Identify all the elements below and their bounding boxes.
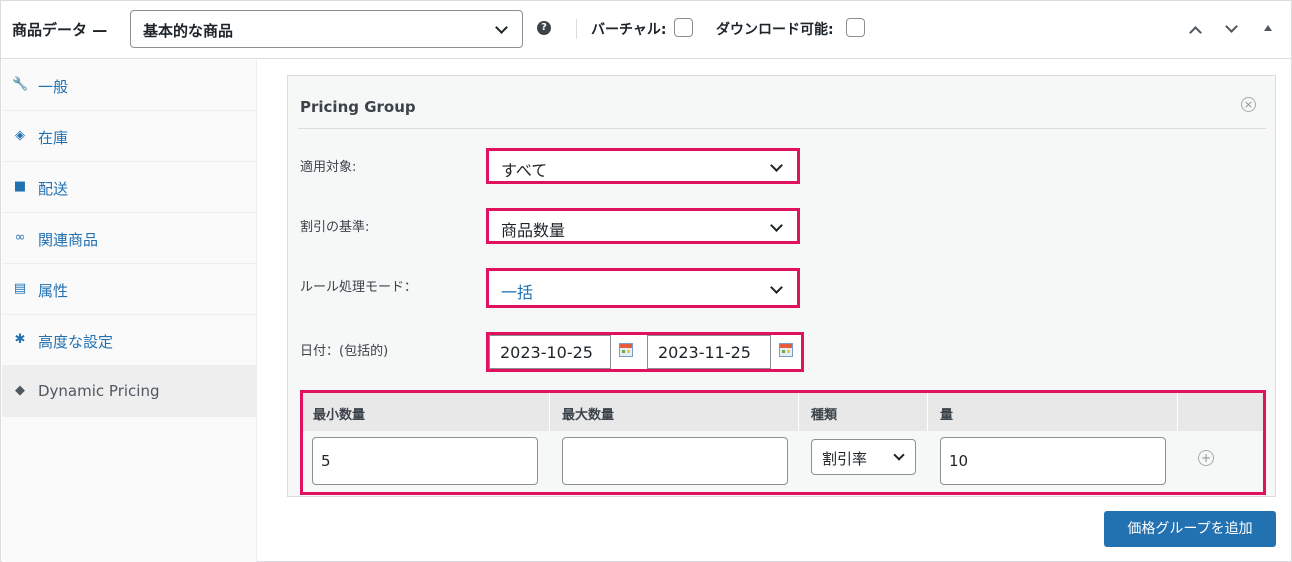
collapse-toggle-icon[interactable] [1264,25,1272,31]
tab-label: 配送 [38,180,69,198]
tab-label: 属性 [38,282,69,300]
tab-label: 在庫 [38,129,69,147]
virtual-checkbox[interactable] [674,18,693,37]
close-icon[interactable]: × [1241,97,1256,112]
tag-solid-icon: ◆ [15,383,25,398]
chevron-down-icon [893,449,905,461]
add-pricing-group-button[interactable]: 価格グループを追加 [1104,511,1276,547]
applies-to-value: すべて [501,161,548,180]
discount-basis-label: 割引の基準: [300,220,370,235]
calendar-icon[interactable] [619,343,633,357]
rule-mode-value: 一括 [501,283,534,302]
date-from-input[interactable]: 2023-10-25 [489,335,611,369]
tab-dynamic-pricing[interactable]: ◆ Dynamic Pricing [2,366,257,417]
discount-type-select[interactable]: 割引率 [811,439,916,475]
max-qty-input[interactable] [562,437,788,485]
column-amount: 量 [940,408,954,423]
discount-basis-value: 商品数量 [501,221,566,240]
amount-value: 10 [949,452,969,470]
tab-advanced[interactable]: ✱ 高度な設定 [2,315,257,366]
divider [576,19,577,39]
date-range: 2023-10-25 2023-11-25 [486,332,804,372]
dates-label: 日付：(包括的) [300,344,389,359]
tab-attributes[interactable]: ▤ 属性 [2,264,257,315]
help-icon[interactable]: ? [537,21,551,35]
tab-shipping[interactable]: ■ 配送 [2,162,257,213]
calendar-icon[interactable] [779,343,793,357]
discount-basis-select[interactable]: 商品数量 [486,208,800,244]
tab-general[interactable]: 🔧 一般 [2,60,257,111]
tab-label: 高度な設定 [38,333,114,351]
divider [298,128,1266,129]
move-up-icon[interactable] [1189,26,1202,39]
applies-to-select[interactable]: すべて [486,148,800,184]
date-from-value: 2023-10-25 [500,343,593,362]
downloadable-label: ダウンロード可能: [716,22,834,38]
wrench-icon: 🔧 [12,77,29,92]
chevron-down-icon [770,281,783,294]
product-data-tabs: 🔧 一般 ◈ 在庫 ■ 配送 ∞ 関連商品 ▤ 属性 ✱ 高度な設定 ◆ Dyn… [2,60,257,562]
product-type-select[interactable]: 基本的な商品 [130,10,523,48]
table-header: 最小数量 最大数量 種類 量 [303,393,1263,431]
applies-to-label: 適用対象: [300,160,357,175]
rule-mode-select[interactable]: 一括 [486,268,800,308]
column-max-qty: 最大数量 [562,408,615,423]
min-qty-input[interactable]: 5 [312,437,538,485]
rule-mode-label: ルール処理モード： [300,280,418,295]
tab-label: Dynamic Pricing [38,382,160,400]
product-type-value: 基本的な商品 [143,22,234,40]
pricing-group-title: Pricing Group [300,98,416,116]
tab-label: 関連商品 [38,231,99,249]
gear-icon: ✱ [14,332,26,347]
column-type: 種類 [811,408,838,423]
tag-icon: ◈ [15,128,25,143]
product-data-title: 商品データ — [12,21,108,39]
add-row-icon[interactable]: + [1198,450,1214,466]
pricing-rules-table: 最小数量 最大数量 種類 量 5 割引率 10 + [300,390,1266,495]
chevron-down-icon [770,159,783,172]
amount-input[interactable]: 10 [940,437,1166,485]
min-qty-value: 5 [321,452,331,470]
tab-label: 一般 [38,78,69,96]
discount-type-value: 割引率 [822,450,868,468]
link-icon: ∞ [14,230,26,245]
truck-icon: ■ [13,179,27,194]
virtual-label: バーチャル: [591,22,667,38]
chevron-down-icon [495,21,508,34]
product-data-header: 商品データ — 基本的な商品 ? バーチャル: ダウンロード可能: [1,1,1291,59]
tab-inventory[interactable]: ◈ 在庫 [2,111,257,162]
move-down-icon[interactable] [1225,20,1238,33]
product-data-panel: 商品データ — 基本的な商品 ? バーチャル: ダウンロード可能: 🔧 一般 ◈… [0,0,1292,562]
column-min-qty: 最小数量 [313,408,366,423]
pricing-group-panel: Pricing Group × 適用対象: すべて 割引の基準: 商品数量 ルー… [287,75,1276,497]
date-to-input[interactable]: 2023-11-25 [647,335,771,369]
chevron-down-icon [770,219,783,232]
downloadable-checkbox[interactable] [846,18,865,37]
table-icon: ▤ [13,281,27,296]
date-to-value: 2023-11-25 [658,343,751,362]
tab-linked-products[interactable]: ∞ 関連商品 [2,213,257,264]
